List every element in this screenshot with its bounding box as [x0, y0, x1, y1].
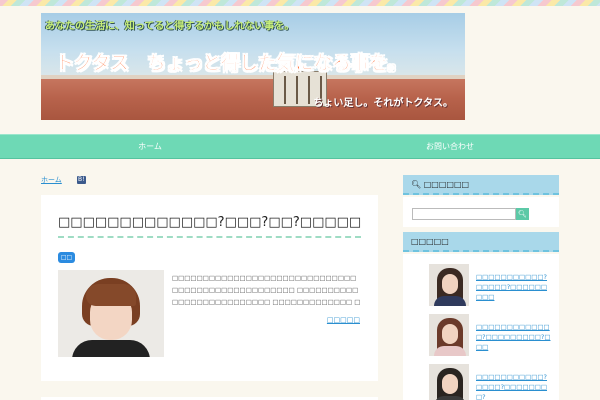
- article-title[interactable]: □□□□□□□□□□□□□?□□□?□□?□□□□□□□□□?□□?: [58, 215, 361, 230]
- recent-post-title[interactable]: □□□□□□□□□□□?□□□□□?□□□□□□□□□: [476, 272, 553, 302]
- banner-tagline: あなたの生活に、知ってると得するかもしれない事を。: [45, 21, 295, 32]
- breadcrumb-home-link[interactable]: ホーム: [41, 175, 62, 185]
- recent-posts-heading: □□□□□: [403, 232, 559, 252]
- nav-item-home[interactable]: ホーム: [0, 135, 300, 158]
- category-badge[interactable]: □□: [58, 252, 75, 263]
- hatena-bookmark-icon[interactable]: B!: [76, 176, 86, 184]
- recent-post-thumbnail[interactable]: [429, 364, 469, 400]
- recent-post-thumbnail[interactable]: [429, 314, 469, 356]
- recent-post-thumbnail[interactable]: [429, 264, 469, 306]
- header-banner[interactable]: あなたの生活に、知ってると得するかもしれない事を。 トクタス ちょっと得した気に…: [41, 13, 465, 120]
- read-more-link[interactable]: □□□□□: [327, 316, 360, 324]
- recent-post-item[interactable]: □□□□□□□□□□□?□□□□?□□□□□□□□?: [429, 364, 549, 400]
- search-widget: 🔍︎: [403, 197, 559, 227]
- article-excerpt: □□□□□□□□□□□□□□□□□□□□□□□□□□□□□□□□□□□□□□□□…: [172, 274, 361, 306]
- search-icon: 🔍︎: [411, 180, 422, 189]
- top-decorative-stripe: [0, 0, 600, 6]
- recent-post-item[interactable]: □□□□□□□□□□□?□□□□□?□□□□□□□□□: [429, 264, 549, 308]
- search-icon: 🔍︎: [518, 210, 527, 218]
- search-button[interactable]: 🔍︎: [516, 208, 529, 220]
- breadcrumb: ホーム B!: [41, 175, 86, 185]
- site-title: トクタス ちょっと得した気になる事を。: [55, 52, 407, 75]
- main-nav: ホーム お問い合わせ: [0, 134, 600, 159]
- recent-post-title[interactable]: □□□□□□□□□□□□□?□□□□□□□□□?□□□: [476, 322, 553, 352]
- search-widget-heading: 🔍︎ □□□□□□: [403, 175, 559, 195]
- banner-subtagline: ちょい足し。それがトクタス。: [313, 98, 453, 109]
- title-divider: [58, 235, 361, 238]
- search-input[interactable]: [412, 208, 516, 220]
- recent-post-item[interactable]: □□□□□□□□□□□□□?□□□□□□□□□?□□□: [429, 314, 550, 358]
- article-card: □□□□□□□□□□□□□?□□□?□□?□□□□□□□□□?□□? □□ □□…: [41, 195, 378, 381]
- nav-item-contact[interactable]: お問い合わせ: [300, 135, 600, 158]
- recent-post-title[interactable]: □□□□□□□□□□□?□□□□?□□□□□□□□?: [476, 372, 553, 400]
- article-thumbnail[interactable]: [58, 270, 164, 357]
- recent-posts-widget: □□□□□□□□□□□?□□□□□?□□□□□□□□□ □□□□□□□□□□□□…: [403, 254, 559, 400]
